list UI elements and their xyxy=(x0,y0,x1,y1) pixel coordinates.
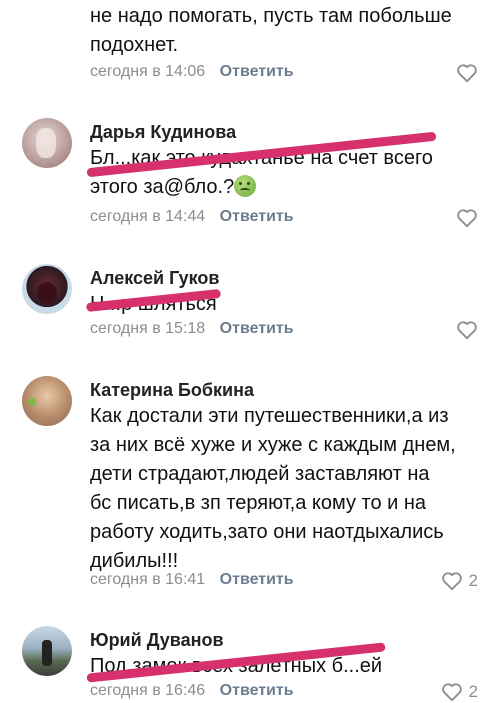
comment-line: Бл...как это кудахтанье на счет всего xyxy=(90,144,490,173)
like-button[interactable] xyxy=(456,63,478,83)
comment-time: сегодня в 16:41 xyxy=(90,571,206,588)
avatar[interactable] xyxy=(22,118,72,168)
comment-line: дети страдают,людей заставляют на xyxy=(90,463,430,485)
comment-author[interactable]: Юрий Дуванов xyxy=(90,630,224,651)
like-button[interactable]: 2 xyxy=(441,682,478,702)
like-count: 2 xyxy=(468,682,478,701)
comment-text: Н...р шляться xyxy=(90,290,490,319)
comment-meta: сегодня в 14:06 Ответить xyxy=(90,63,294,81)
reply-button[interactable]: Ответить xyxy=(220,63,294,80)
comment-time: сегодня в 16:46 xyxy=(90,682,206,699)
comment-text: Под замок всех залётных б...ей xyxy=(90,652,490,681)
reply-button[interactable]: Ответить xyxy=(220,320,294,337)
comment-text: Бл...как это кудахтанье на счет всего эт… xyxy=(90,144,490,202)
avatar[interactable] xyxy=(22,626,72,676)
comment-line: не надо помогать, пусть там побольше xyxy=(90,5,452,27)
comment-line-text: Н...р шляться xyxy=(90,293,217,315)
comment-line: Н...р шляться xyxy=(90,290,490,319)
comment-line: подохнет. xyxy=(90,34,179,56)
comment-line: Как достали эти путешественники,а из xyxy=(90,405,449,427)
comment-text: Как достали эти путешественники,а из за … xyxy=(90,402,490,576)
comment-author[interactable]: Алексей Гуков xyxy=(90,268,219,289)
comment-time: сегодня в 14:44 xyxy=(90,208,206,225)
comment-author[interactable]: Катерина Бобкина xyxy=(90,380,254,401)
comment-meta: сегодня в 14:44 Ответить xyxy=(90,208,294,226)
comment-time: сегодня в 15:18 xyxy=(90,320,206,337)
heart-outline-icon xyxy=(457,64,477,83)
comment-line: Под замок всех залётных б...ей xyxy=(90,652,490,681)
comment-meta: сегодня в 16:46 Ответить xyxy=(90,682,294,700)
reply-button[interactable]: Ответить xyxy=(220,682,294,699)
avatar[interactable] xyxy=(22,376,72,426)
censor-mark: Н...р шляться xyxy=(90,290,217,319)
comment-meta: сегодня в 15:18 Ответить xyxy=(90,320,294,338)
censor-mark: Бл...как это кудахтанье на счет всего xyxy=(90,144,433,173)
heart-outline-icon xyxy=(457,209,477,228)
comment-time: сегодня в 14:06 xyxy=(90,63,206,80)
comment-line: Бл...как это кудахтанье на счет всего xyxy=(90,147,433,169)
reply-button[interactable]: Ответить xyxy=(220,208,294,225)
heart-outline-icon xyxy=(441,683,462,702)
comment-line-text: этого за@бло.? xyxy=(90,176,235,198)
nauseated-face-emoji-icon xyxy=(234,175,257,197)
like-count: 2 xyxy=(468,571,478,590)
comment-author[interactable]: Дарья Кудинова xyxy=(90,122,236,143)
censor-mark: Под замок всех залётных б...ей xyxy=(90,652,382,681)
comment-line: бс писать,в зп теряют,а кому то и на xyxy=(90,492,427,514)
comment-line: работу ходить,зато они наотдыхались xyxy=(90,521,444,543)
comment-line-text: Под замок всех залётных б...ей xyxy=(90,655,383,677)
avatar[interactable] xyxy=(22,264,72,314)
reply-button[interactable]: Ответить xyxy=(220,571,294,588)
comment-meta: сегодня в 16:41 Ответить xyxy=(90,571,294,589)
like-button[interactable] xyxy=(456,320,478,340)
comment-text: не надо помогать, пусть там побольше под… xyxy=(90,2,490,60)
comment-line: этого за@бло.? xyxy=(90,173,490,202)
like-button[interactable]: 2 xyxy=(441,571,478,591)
comment-line: за них всё хуже и хуже с каждым днем, xyxy=(90,434,456,456)
heart-outline-icon xyxy=(457,321,477,340)
heart-outline-icon xyxy=(441,572,462,591)
like-button[interactable] xyxy=(456,208,478,228)
